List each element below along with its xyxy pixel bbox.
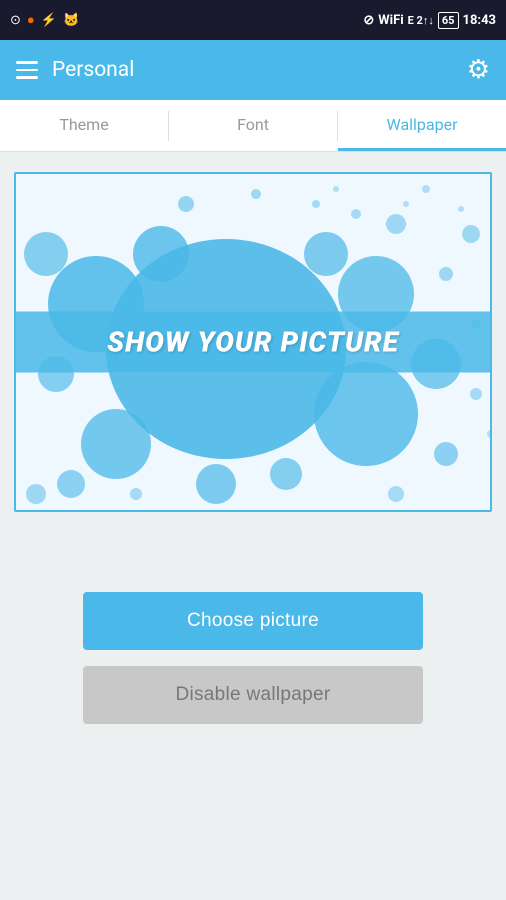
clock: 18:43 (463, 13, 497, 28)
status-bar-left: ⊙ ● ⚡ 🐱 (10, 12, 79, 28)
disable-wallpaper-button[interactable]: Disable wallpaper (83, 666, 423, 724)
status-bar-right: ⊘ WiFi E 2↑↓ 65 18:43 (363, 12, 496, 29)
app-icon-1: ⊙ (10, 13, 21, 28)
usb-icon: ⚡ (41, 13, 57, 28)
app-icon-2: ● (27, 12, 35, 28)
main-content: SHOW YOUR PICTURE Choose picture Disable… (0, 152, 506, 744)
data-icon: E 2↑↓ (408, 14, 434, 27)
wallpaper-banner-text: SHOW YOUR PICTURE (107, 326, 399, 359)
hamburger-line-2 (16, 69, 38, 72)
tab-theme[interactable]: Theme (0, 100, 168, 151)
battery-icon: 65 (438, 12, 459, 29)
hamburger-menu-button[interactable] (16, 61, 38, 79)
signal-off-icon: ⊘ (363, 13, 374, 28)
hamburger-line-1 (16, 61, 38, 64)
hamburger-line-3 (16, 76, 38, 79)
app-title: Personal (52, 58, 134, 82)
android-icon: 🐱 (63, 13, 79, 28)
tab-font[interactable]: Font (169, 100, 337, 151)
wallpaper-banner: SHOW YOUR PICTURE (16, 312, 490, 373)
header-left: Personal (16, 58, 134, 82)
tabs-container: Theme Font Wallpaper (0, 100, 506, 152)
status-bar: ⊙ ● ⚡ 🐱 ⊘ WiFi E 2↑↓ 65 18:43 (0, 0, 506, 40)
wallpaper-preview: SHOW YOUR PICTURE (14, 172, 492, 512)
tab-wallpaper-label: Wallpaper (387, 115, 458, 134)
tab-font-label: Font (237, 115, 269, 134)
settings-icon[interactable]: ⚙ (467, 55, 490, 85)
choose-picture-button[interactable]: Choose picture (83, 592, 423, 650)
tab-wallpaper[interactable]: Wallpaper (338, 100, 506, 151)
wifi-icon: WiFi (378, 13, 403, 28)
app-header: Personal ⚙ (0, 40, 506, 100)
tab-theme-label: Theme (59, 115, 108, 134)
buttons-section: Choose picture Disable wallpaper (14, 592, 492, 724)
